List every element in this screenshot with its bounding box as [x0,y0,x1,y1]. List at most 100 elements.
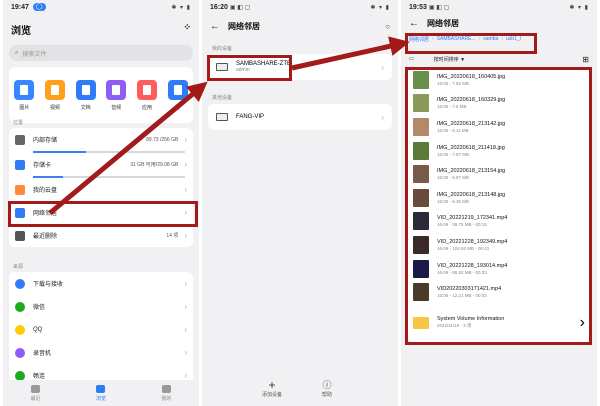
file-row-3[interactable]: IMG_20220618_211418.jpg 16:05 - 7.87 MB [407,139,591,163]
file-row-7[interactable]: VID_20221228_192349.mp4 16:06 - 104.92 MB… [407,233,591,257]
status-time: 19:53 [409,3,427,11]
device-row-fang-vip[interactable]: FANG-VIP › [208,104,392,130]
source-row-0[interactable]: 下载与接收 › [9,272,193,295]
file-row-9[interactable]: VID20220303171421.mp4 16:06 - 12.21 MB - … [407,280,591,304]
location-icon [15,159,25,170]
section-label-source: 来源 [13,264,24,270]
file-thumbnail [413,283,429,302]
chevron-right-icon: › [184,325,187,334]
file-name: IMG_20220618_213148.jpg [437,191,506,198]
nav-icon [161,384,171,393]
file-row-1[interactable]: IMG_20220618_160329.jpg 16:05 - 7.6 MB [407,92,591,116]
location-value: 89.73 /256 GB [146,136,179,143]
file-name: IMG_20220618_160329.jpg [437,97,506,104]
file-row-2[interactable]: IMG_20220618_213142.jpg 16:05 - 6.11 MB [407,115,591,139]
file-name: IMG_20220618_213142.jpg [437,120,506,127]
category-label: 视频 [49,104,60,111]
folder-new-icon[interactable]: ▭ [409,56,414,62]
file-thumbnail [413,70,429,89]
file-meta: 16:06 - 38.75 MB - 00:15 [437,222,487,228]
chevron-right-icon: › [184,302,187,311]
nav-label: 我的 [161,395,172,402]
chevron-right-icon: › [184,279,187,288]
source-row-3[interactable]: 录音机 › [9,341,193,364]
location-row-4[interactable]: 最近删除 14 项 › [9,224,193,247]
file-row-6[interactable]: VID_20221219_172341.mp4 16:06 - 38.75 MB … [407,210,591,234]
device-row-sambashare[interactable]: SAMBASHARE-ZTE admin › [208,54,392,80]
file-list: IMG_20220618_160405.jpg 16:05 - 7.82 MB IM… [407,68,591,342]
source-row-1[interactable]: 微信 › [9,295,193,318]
help-button[interactable]: ⓘ 帮助 [322,379,332,398]
location-row-0[interactable]: 内部存储 89.73 /256 GB › [9,128,193,151]
status-app-icons: ▣ ◧ ▢ [428,4,450,11]
chevron-right-icon: › [381,112,384,122]
phone-network-screen: 16:20 ▣ ◧ ▢ ✱ ▾ ▮ ← 网络邻居 ○ 我的设备 SAMBASHA… [202,0,398,406]
location-label: 存储卡 [33,163,52,169]
section-label-my-devices: 我的设备 [212,46,233,52]
file-row-4[interactable]: IMG_20220618_213154.jpg 16:05 - 5.97 MB [407,162,591,186]
file-name: VID_20221219_172341.mp4 [437,215,508,222]
location-row-2[interactable]: 我的云盘 › [9,178,193,201]
category-3[interactable]: 音频 [106,79,127,111]
location-icon [15,207,25,218]
nav-tab-2[interactable]: 我的 [161,384,172,402]
storage-progress-bar [33,176,185,178]
category-4[interactable]: 应用 [136,79,157,111]
file-row-5[interactable]: IMG_20220618_213148.jpg 16:05 - 6.35 MB [407,186,591,210]
refresh-icon[interactable]: ○ [385,22,390,31]
category-icon [44,79,65,100]
nav-label: 最近 [30,395,41,402]
file-name: IMG_20220618_211418.jpg [437,144,505,151]
location-value: 31 GB 可用/29.08 GB [130,162,179,168]
server-icon [216,63,228,71]
add-device-button[interactable]: + 添加设备 [262,379,282,398]
status-pill: ◯ [32,3,46,11]
file-meta: 16:05 - 5.97 MB [437,175,470,181]
status-icons: ✱ ▾ ▮ [569,4,589,11]
location-row-1[interactable]: 存储卡 31 GB 可用/29.08 GB › [9,153,193,176]
location-row-3[interactable]: 网络邻居 › [9,201,193,224]
nav-tab-1[interactable]: 浏览 [96,384,106,402]
location-icon [15,184,25,195]
status-time: 16:20 [210,3,228,11]
category-0[interactable]: 图片 [14,79,35,111]
file-row-8[interactable]: VID_20221228_193014.mp4 16:06 - 88.62 MB … [407,257,591,281]
search-input[interactable]: ⌕ 搜索文件 [9,45,193,61]
status-time: 19:47 [11,3,29,11]
search-placeholder: 搜索文件 [22,51,47,58]
file-thumbnail [413,94,429,113]
folder-row[interactable]: System Volume Information 2022/11/18 - 3 … [407,304,591,342]
file-thumbnail [413,165,429,184]
breadcrumb-item-1[interactable]: SAMBASHARE... [437,36,476,42]
section-label-location: 位置 [13,120,24,126]
category-label: 压 [175,104,181,111]
breadcrumb: 网络邻居 › SAMBASHARE... › samba › usb1_l [401,32,597,46]
breadcrumb-item-0[interactable]: 网络邻居 [409,36,429,43]
category-2[interactable]: 文档 [75,79,96,111]
category-1[interactable]: 视频 [44,79,65,111]
breadcrumb-item-3[interactable]: usb1_l [506,36,521,42]
nav-tab-0[interactable]: 最近 [30,384,41,402]
nav-icon [96,384,106,393]
status-bar: 19:53 ▣ ◧ ▢ ✱ ▾ ▮ [401,0,597,14]
file-thumbnail [413,212,429,231]
category-5[interactable]: 压 [167,79,188,111]
chevron-right-icon: › [381,62,384,72]
sort-dropdown[interactable]: 按时间排序 ▼ [434,56,465,63]
chevron-right-icon: › [184,185,187,194]
back-arrow-icon[interactable]: ← [210,21,220,32]
file-name: IMG_20220618_213154.jpg [437,168,506,175]
breadcrumb-item-2[interactable]: samba [483,36,498,42]
chevron-right-icon: › [184,348,187,357]
source-row-2[interactable]: QQ › [9,318,193,341]
file-name: VID_20221228_193014.mp4 [437,262,508,269]
status-icons: ✱ ▾ ▮ [370,4,390,11]
file-row-0[interactable]: IMG_20220618_160405.jpg 16:05 - 7.82 MB [407,68,591,92]
back-arrow-icon[interactable]: ← [409,18,419,29]
location-label: 网络邻居 [33,211,58,217]
grid-icon[interactable]: ⁘ [183,22,191,37]
source-label: QQ [33,326,43,333]
chevron-right-icon: › [184,160,187,169]
server-icon [216,113,228,121]
grid-view-icon[interactable]: ⊞ [582,55,589,64]
